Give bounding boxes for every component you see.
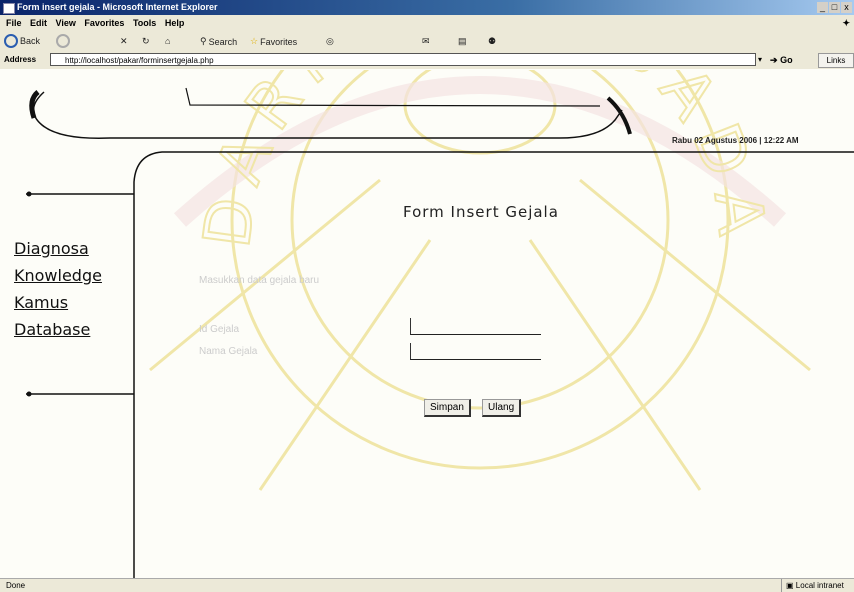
stop-button[interactable]: ✕ bbox=[120, 36, 128, 47]
search-icon: ⚲ bbox=[200, 36, 207, 46]
refresh-icon: ↻ bbox=[142, 36, 150, 46]
address-input[interactable]: http://localhost/pakar/forminsertgejala.… bbox=[50, 53, 756, 66]
nama-gejala-label: Nama Gejala bbox=[199, 346, 258, 357]
home-button[interactable]: ⌂ bbox=[165, 36, 170, 46]
close-button[interactable]: x bbox=[841, 2, 852, 13]
reset-button[interactable]: Ulang bbox=[482, 399, 522, 417]
media-icon: ◎ bbox=[326, 36, 334, 46]
title-bar: Form insert gejala - Microsoft Internet … bbox=[0, 0, 854, 15]
zone-indicator: ▣ Local intranet bbox=[781, 579, 846, 592]
back-arrow-icon bbox=[4, 34, 18, 48]
menu-view[interactable]: View bbox=[56, 15, 76, 31]
star-icon: ☆ bbox=[250, 36, 259, 46]
messenger-button[interactable]: ⚉ bbox=[488, 36, 496, 47]
nama-gejala-input[interactable] bbox=[410, 343, 541, 360]
back-button[interactable]: Back bbox=[4, 34, 40, 48]
address-dropdown-icon[interactable]: ▾ bbox=[758, 52, 762, 68]
menu-edit[interactable]: Edit bbox=[30, 15, 47, 31]
window-title: Form insert gejala - Microsoft Internet … bbox=[17, 2, 218, 12]
status-text: Done bbox=[6, 581, 26, 590]
form-instruction: Masukkan data gejala baru bbox=[199, 275, 320, 286]
menu-help[interactable]: Help bbox=[165, 15, 185, 31]
go-button[interactable]: ➔ Go bbox=[770, 52, 793, 68]
minimize-button[interactable]: _ bbox=[817, 2, 828, 13]
favorites-button[interactable]: ☆ Favorites bbox=[250, 36, 297, 47]
media-button[interactable]: ◎ bbox=[326, 36, 334, 47]
sidebar-item-knowledge[interactable]: Knowledge bbox=[14, 266, 102, 285]
page-title: Form Insert Gejala bbox=[403, 203, 559, 221]
home-icon: ⌂ bbox=[165, 36, 171, 46]
address-bar: Address http://localhost/pakar/forminser… bbox=[0, 52, 854, 68]
intranet-icon: ▣ bbox=[786, 581, 794, 590]
forward-arrow-icon bbox=[56, 34, 70, 48]
maximize-button[interactable]: □ bbox=[829, 2, 840, 13]
windows-flag-icon: ✦ bbox=[842, 18, 850, 28]
menu-file[interactable]: File bbox=[6, 15, 22, 31]
mail-icon: ✉ bbox=[422, 36, 430, 46]
menu-bar: File Edit View Favorites Tools Help ✦ bbox=[0, 15, 854, 31]
id-gejala-input[interactable] bbox=[410, 318, 541, 335]
menu-favorites[interactable]: Favorites bbox=[84, 15, 124, 31]
print-icon: ▤ bbox=[458, 36, 467, 46]
mail-button[interactable]: ✉ bbox=[422, 36, 430, 47]
window-controls: _ □ x bbox=[817, 2, 852, 13]
sidebar-item-database[interactable]: Database bbox=[14, 320, 90, 339]
id-gejala-label: Id Gejala bbox=[199, 324, 240, 335]
save-button[interactable]: Simpan bbox=[424, 399, 471, 417]
status-bar: Done ▣ Local intranet bbox=[0, 578, 854, 592]
sidebar-item-kamus[interactable]: Kamus bbox=[14, 293, 68, 312]
menu-tools[interactable]: Tools bbox=[133, 15, 156, 31]
forward-button[interactable] bbox=[56, 34, 70, 48]
stop-icon: ✕ bbox=[120, 36, 128, 46]
ie-icon bbox=[3, 3, 15, 14]
search-button[interactable]: ⚲ Search bbox=[200, 36, 237, 47]
go-arrow-icon: ➔ bbox=[770, 55, 778, 65]
page-viewport: DARMA PERSADA Rabu 02 Agustus 2006 | 12:… bbox=[0, 70, 854, 578]
messenger-icon: ⚉ bbox=[488, 36, 497, 46]
print-button[interactable]: ▤ bbox=[458, 36, 467, 47]
links-button[interactable]: Links bbox=[818, 53, 854, 68]
sidebar-item-diagnosa[interactable]: Diagnosa bbox=[14, 239, 89, 258]
refresh-button[interactable]: ↻ bbox=[142, 36, 150, 47]
address-label: Address bbox=[4, 55, 37, 64]
header-date: Rabu 02 Agustus 2006 | 12:22 AM bbox=[672, 136, 799, 145]
